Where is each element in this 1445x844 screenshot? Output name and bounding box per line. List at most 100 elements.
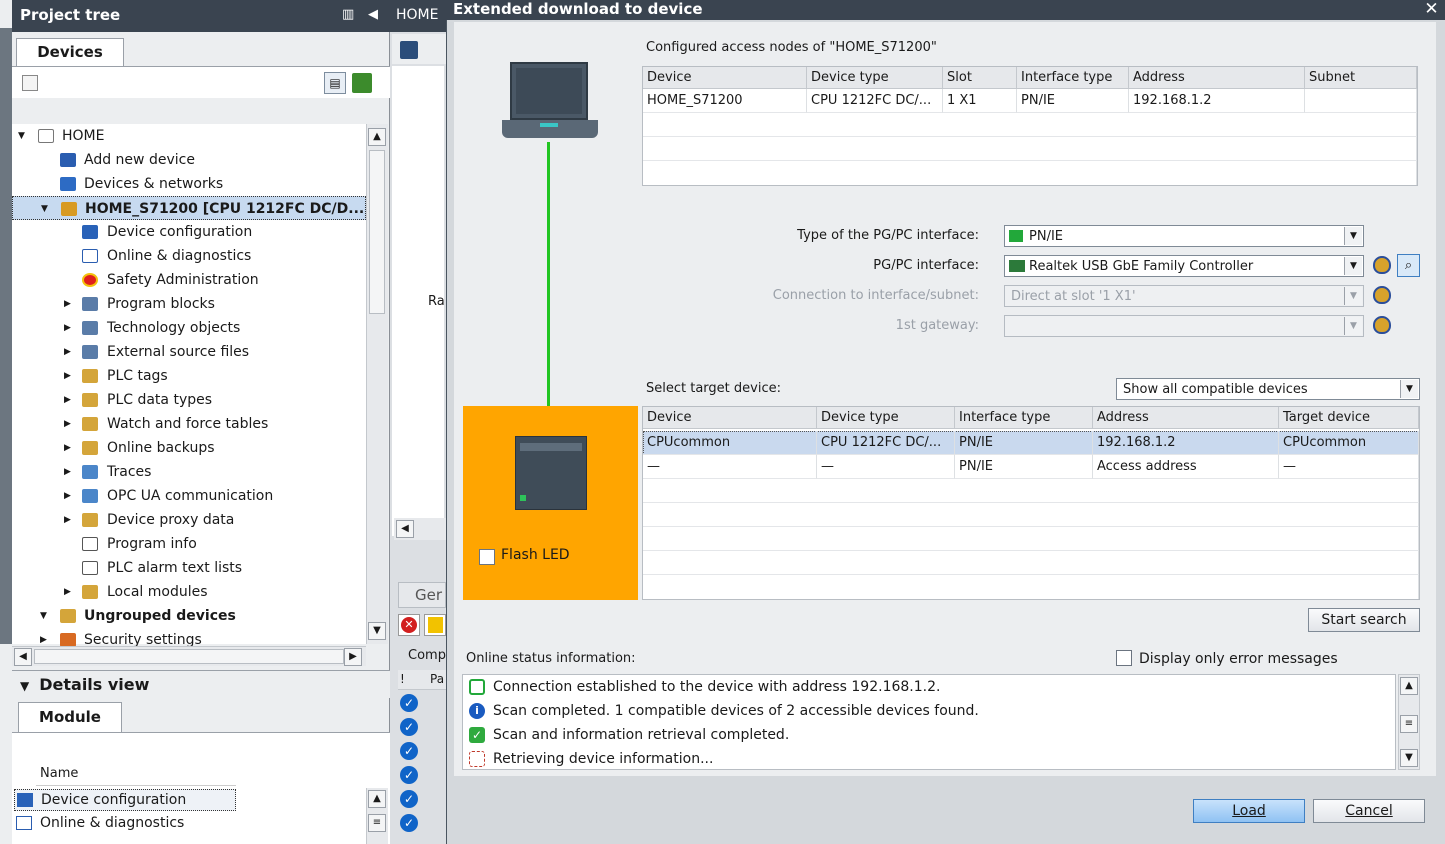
collapse-pane-icon[interactable]: ◀: [368, 7, 378, 22]
collapsed-arrow-icon[interactable]: ▶: [64, 412, 71, 436]
tree-item-home[interactable]: ▼ HOME: [12, 124, 366, 148]
cancel-button[interactable]: Cancel: [1313, 799, 1425, 823]
pgpc-interface-select[interactable]: Realtek USB GbE Family Controller ▼: [1004, 255, 1364, 277]
scroll-grip-icon[interactable]: ≡: [368, 814, 386, 832]
chevron-down-icon[interactable]: ▼: [1344, 287, 1362, 305]
expanded-arrow-icon[interactable]: ▼: [40, 604, 47, 628]
scroll-left-icon[interactable]: ◀: [396, 520, 414, 538]
scroll-up-icon[interactable]: ▲: [368, 790, 386, 808]
devices-networks-sidebar[interactable]: [0, 28, 12, 644]
cell-device[interactable]: —: [643, 455, 817, 479]
cell-target-device[interactable]: CPUcommon: [1279, 431, 1419, 455]
tree-item-plc-alarm-text-lists[interactable]: PLC alarm text lists: [12, 556, 366, 580]
collapsed-arrow-icon[interactable]: ▶: [64, 364, 71, 388]
cell-address[interactable]: 192.168.1.2: [1093, 431, 1279, 455]
scroll-up-icon[interactable]: ▲: [368, 128, 386, 146]
tree-item-device-proxy-data[interactable]: ▶ Device proxy data: [12, 508, 366, 532]
tree-item-watch-force-tables[interactable]: ▶ Watch and force tables: [12, 412, 366, 436]
start-search-button[interactable]: Start search: [1308, 608, 1420, 632]
col-interface-type[interactable]: Interface type: [955, 407, 1093, 429]
collapsed-arrow-icon[interactable]: ▶: [64, 316, 71, 340]
cell-device-type[interactable]: CPU 1212FC DC/...: [807, 89, 943, 113]
editor-hscroll[interactable]: ◀: [394, 518, 446, 540]
scroll-thumb[interactable]: [369, 150, 385, 314]
tab-general-fragment[interactable]: Ger: [398, 582, 446, 608]
cell-device[interactable]: CPUcommon: [643, 431, 817, 455]
load-button[interactable]: Load: [1193, 799, 1305, 823]
tree-item-technology-objects[interactable]: ▶ Technology objects: [12, 316, 366, 340]
cell-device-type[interactable]: CPU 1212FC DC/...: [817, 431, 955, 455]
cell-address[interactable]: 192.168.1.2: [1129, 89, 1305, 113]
tab-module[interactable]: Module: [18, 702, 122, 732]
collapsed-arrow-icon[interactable]: ▶: [64, 340, 71, 364]
tree-item-program-info[interactable]: Program info: [12, 532, 366, 556]
toolbar-device-icon[interactable]: [400, 41, 418, 59]
pgpc-type-select[interactable]: PN/IE ▼: [1004, 225, 1364, 247]
collapsed-arrow-icon[interactable]: ▶: [64, 484, 71, 508]
tree-item-opc-ua[interactable]: ▶ OPC UA communication: [12, 484, 366, 508]
cell-device[interactable]: HOME_S71200: [643, 89, 807, 113]
tree-item-program-blocks[interactable]: ▶ Program blocks: [12, 292, 366, 316]
collapsed-arrow-icon[interactable]: ▶: [64, 580, 71, 604]
compatible-devices-filter[interactable]: Show all compatible devices ▼: [1116, 378, 1420, 400]
chevron-down-icon[interactable]: ▼: [1344, 227, 1362, 245]
collapsed-arrow-icon[interactable]: ▶: [64, 508, 71, 532]
details-vertical-scrollbar[interactable]: ▲ ≡: [366, 788, 388, 844]
expanded-arrow-icon[interactable]: ▼: [18, 124, 25, 148]
tree-item-device-configuration[interactable]: Device configuration: [12, 220, 366, 244]
col-device-type[interactable]: Device type: [807, 67, 943, 89]
tree-item-devices-networks[interactable]: Devices & networks: [12, 172, 366, 196]
cell-subnet[interactable]: [1305, 89, 1417, 113]
name-column-header[interactable]: Name: [36, 766, 236, 786]
col-target-device[interactable]: Target device: [1279, 407, 1419, 429]
tree-item-home-s71200[interactable]: ▼ HOME_S71200 [CPU 1212FC DC/D...: [12, 196, 366, 220]
collapsed-arrow-icon[interactable]: ▶: [64, 292, 71, 316]
chevron-down-icon[interactable]: ▼: [20, 679, 29, 693]
col-address[interactable]: Address: [1093, 407, 1279, 429]
cell-target-device[interactable]: —: [1279, 455, 1419, 479]
gateway-select[interactable]: ▼: [1004, 315, 1364, 337]
status-vertical-scrollbar[interactable]: ▲ ≡ ▼: [1398, 674, 1420, 770]
only-errors-checkbox[interactable]: [1116, 650, 1132, 666]
scroll-down-icon[interactable]: ▼: [1400, 749, 1418, 767]
tree-item-plc-data-types[interactable]: ▶ PLC data types: [12, 388, 366, 412]
close-icon[interactable]: ✕: [1418, 0, 1445, 20]
tree-item-safety-administration[interactable]: Safety Administration: [12, 268, 366, 292]
cell-interface-type[interactable]: PN/IE: [955, 431, 1093, 455]
tree-item-online-diagnostics[interactable]: Online & diagnostics: [12, 244, 366, 268]
scroll-grip-icon[interactable]: ≡: [1400, 715, 1418, 733]
col-device[interactable]: Device: [643, 67, 807, 89]
chevron-down-icon[interactable]: ▼: [1400, 380, 1418, 398]
chevron-down-icon[interactable]: ▼: [1344, 257, 1362, 275]
col-slot[interactable]: Slot: [943, 67, 1017, 89]
cell-device-type[interactable]: —: [817, 455, 955, 479]
details-row[interactable]: Online & diagnostics: [14, 813, 236, 835]
tab-devices[interactable]: Devices: [16, 38, 124, 66]
col-device[interactable]: Device: [643, 407, 817, 429]
col-device-type[interactable]: Device type: [817, 407, 955, 429]
scroll-right-icon[interactable]: ▶: [344, 648, 362, 666]
editor-tab-fragment[interactable]: HOME: [390, 0, 446, 32]
col-address[interactable]: Address: [1129, 67, 1305, 89]
overview-view-icon[interactable]: ▤: [324, 72, 346, 94]
tree-item-external-source-files[interactable]: ▶ External source files: [12, 340, 366, 364]
expanded-arrow-icon[interactable]: ▼: [41, 197, 48, 221]
tree-item-online-backups[interactable]: ▶ Online backups: [12, 436, 366, 460]
flash-led-checkbox[interactable]: [479, 549, 495, 565]
col-subnet[interactable]: Subnet: [1305, 67, 1417, 89]
export-icon[interactable]: [352, 73, 372, 93]
tree-horizontal-scrollbar[interactable]: ◀ ▶: [12, 646, 366, 666]
cell-slot[interactable]: 1 X1: [943, 89, 1017, 113]
tree-vertical-scrollbar[interactable]: ▲ ▼: [366, 124, 388, 644]
cell-interface-type[interactable]: PN/IE: [1017, 89, 1129, 113]
collapsed-arrow-icon[interactable]: ▶: [64, 460, 71, 484]
cell-interface-type[interactable]: PN/IE: [955, 455, 1093, 479]
warning-filter-button[interactable]: [424, 614, 446, 636]
scroll-up-icon[interactable]: ▲: [1400, 677, 1418, 695]
scroll-thumb[interactable]: [34, 649, 344, 664]
tree-item-plc-tags[interactable]: ▶ PLC tags: [12, 364, 366, 388]
col-interface-type[interactable]: Interface type: [1017, 67, 1129, 89]
tree-item-local-modules[interactable]: ▶ Local modules: [12, 580, 366, 604]
interface-properties-icon[interactable]: ⌕: [1397, 254, 1420, 277]
tree-item-traces[interactable]: ▶ Traces: [12, 460, 366, 484]
